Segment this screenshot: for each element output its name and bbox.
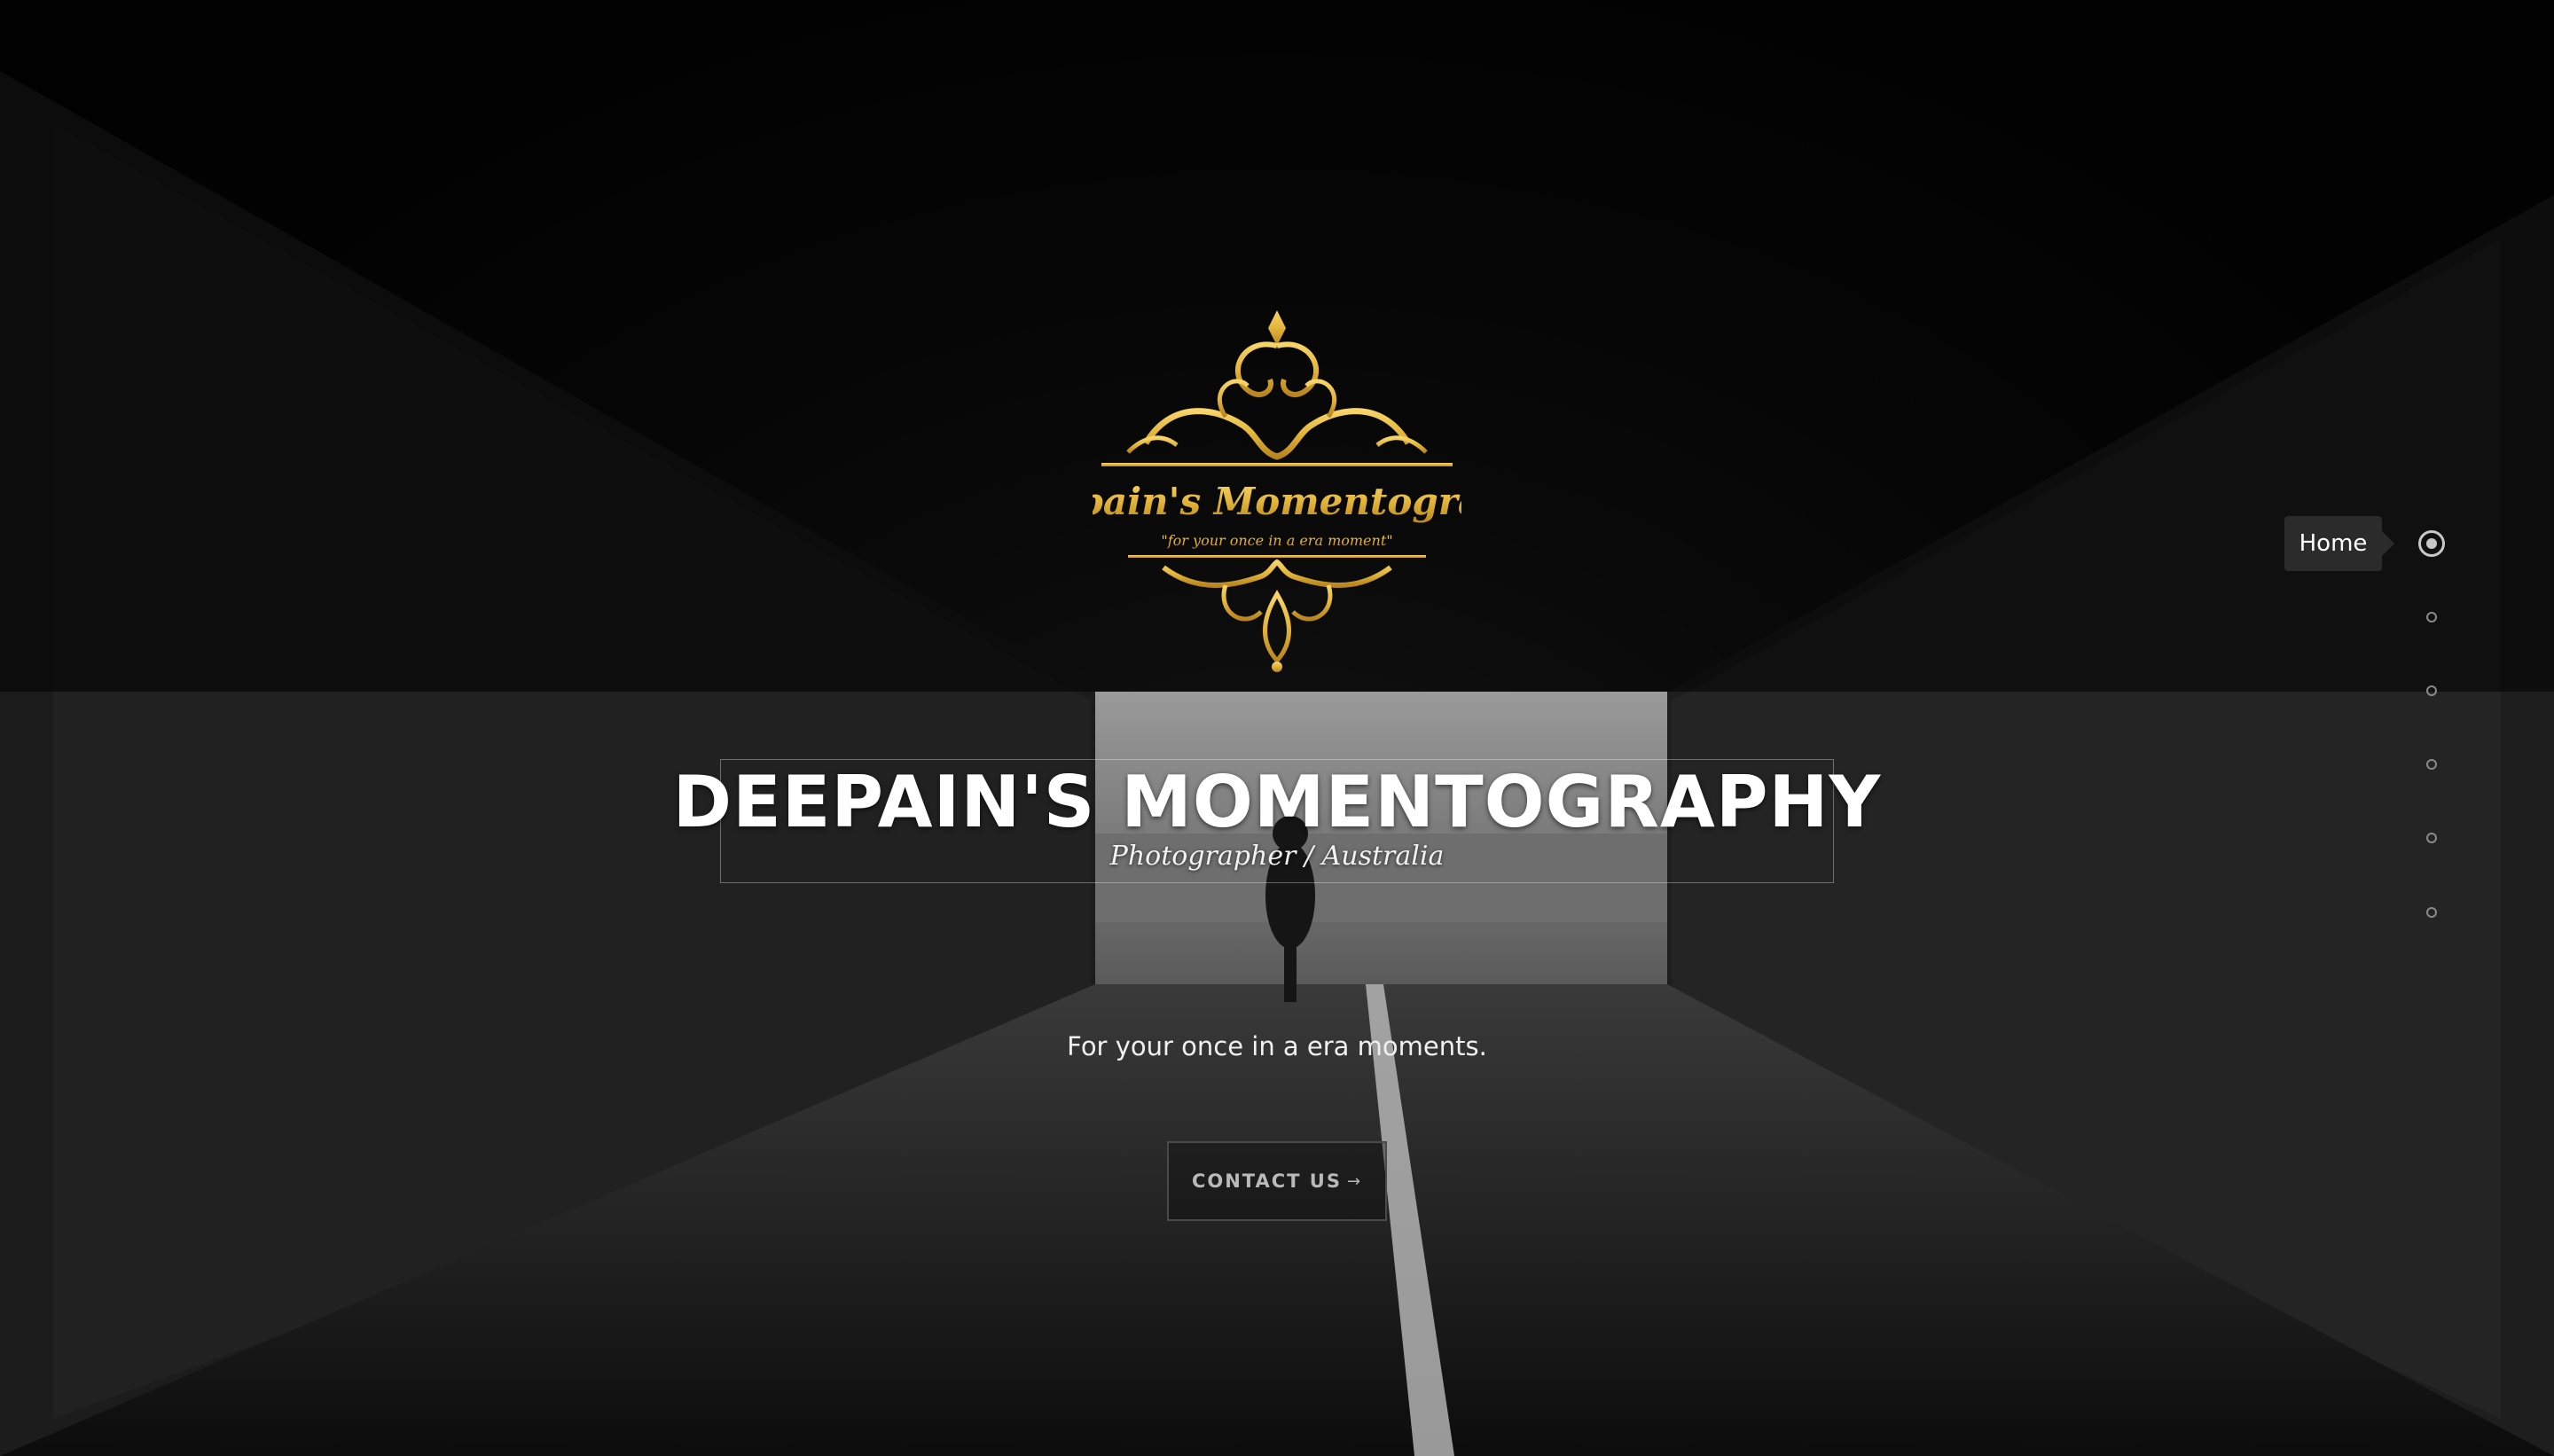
- nav-dot-6[interactable]: [2426, 907, 2437, 918]
- contact-us-label: CONTACT US: [1191, 1170, 1342, 1192]
- nav-dot-5[interactable]: [2426, 833, 2437, 843]
- contact-us-button[interactable]: CONTACT US →: [1167, 1141, 1387, 1221]
- nav-dot-home[interactable]: [2418, 530, 2445, 557]
- ornamental-crest-icon: Deepain's Momentography "for your once i…: [997, 310, 1559, 672]
- nav-dot-4[interactable]: [2426, 759, 2437, 770]
- site-subtitle: Photographer / Australia: [1109, 841, 1445, 872]
- arrow-right-icon: →: [1346, 1171, 1363, 1191]
- nav-dot-3[interactable]: [2426, 685, 2437, 696]
- hero-section: Deepain's Momentography "for your once i…: [0, 0, 2554, 1456]
- brand-logo[interactable]: Deepain's Momentography "for your once i…: [997, 301, 1559, 674]
- tunnel-background-photo: [0, 0, 2554, 1456]
- site-title: DEEPAIN'S MOMENTOGRAPHY: [672, 761, 1882, 843]
- logo-tagline: "for your once in a era moment": [1161, 532, 1392, 549]
- logo-wordmark: Deepain's Momentography: [1093, 480, 1461, 523]
- nav-dot-2[interactable]: [2426, 612, 2437, 622]
- hero-tagline: For your once in a era moments.: [1067, 1031, 1487, 1061]
